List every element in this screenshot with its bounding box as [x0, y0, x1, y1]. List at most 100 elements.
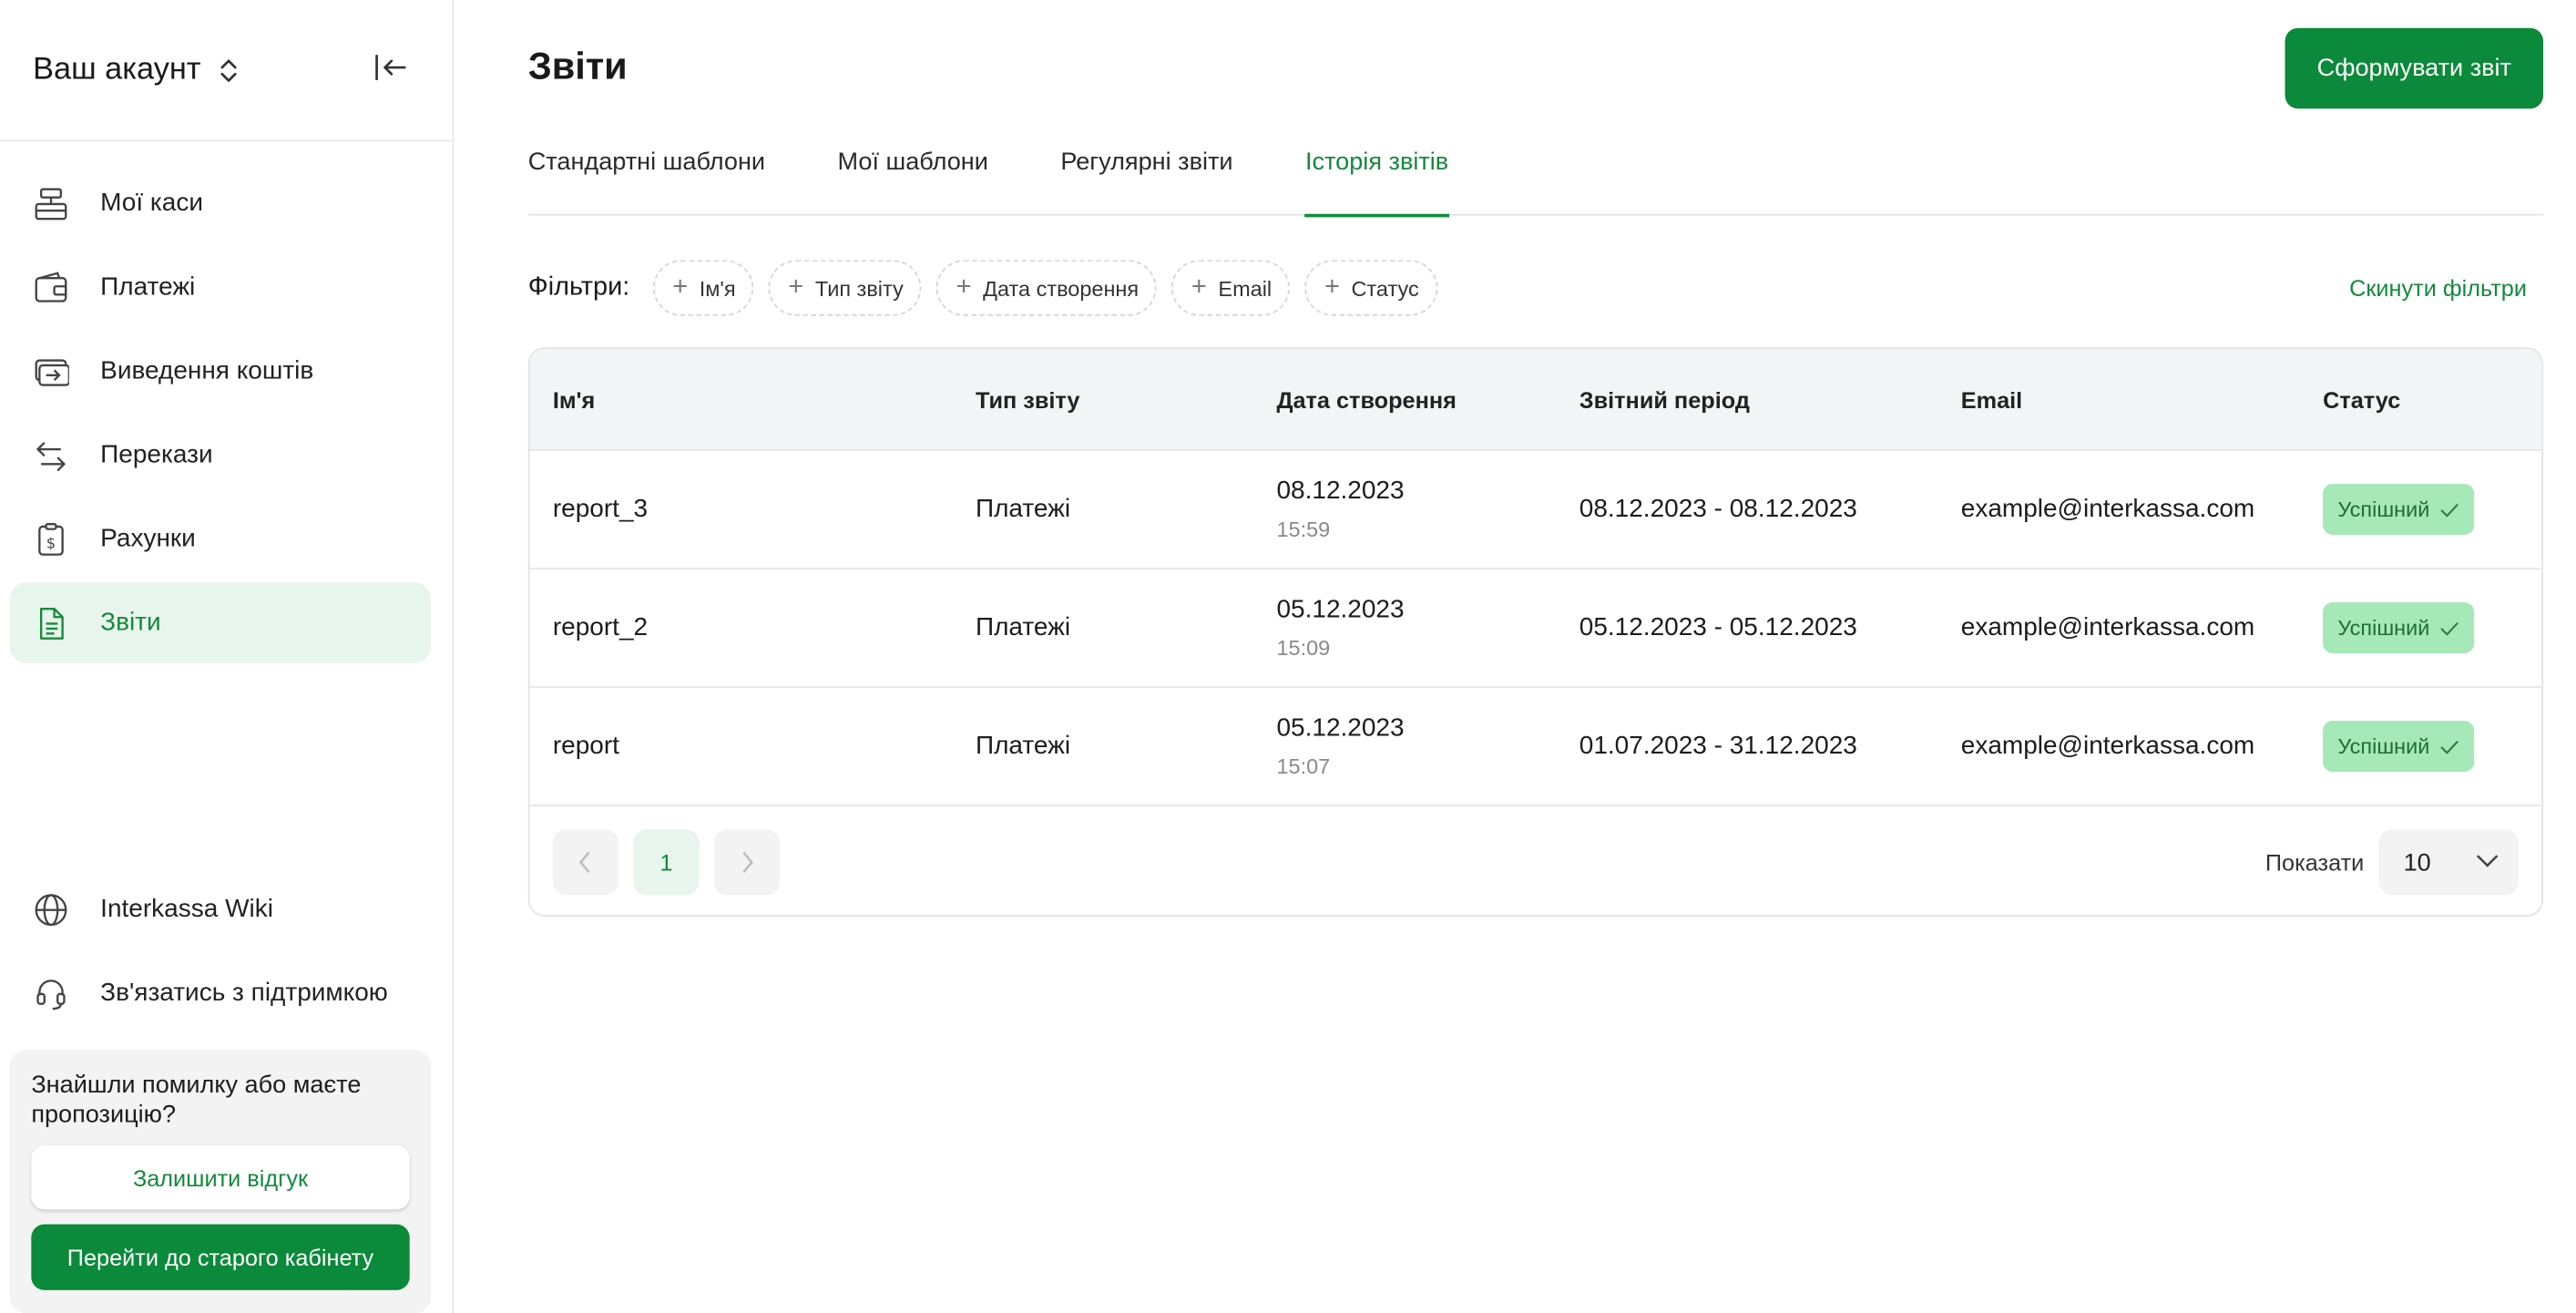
report-name: report [552, 731, 619, 760]
status-badge: Успішний [2323, 483, 2475, 535]
sidebar-item-label: Рахунки [100, 524, 196, 552]
sidebar: Ваш акаунт Мої каси Платежі Виведення ко… [0, 0, 455, 1313]
reports-table: Ім'я Тип звіту Дата створення Звітний пе… [527, 347, 2544, 917]
sidebar-nav: Мої каси Платежі Виведення коштів Перека… [9, 163, 432, 667]
plus-icon: + [788, 272, 804, 302]
invoice-icon: $ [38, 522, 64, 555]
feedback-card: Знайшли помилку або маєте пропозицію? За… [9, 1050, 432, 1313]
status-label: Успішний [2337, 733, 2430, 759]
sidebar-item-withdrawals[interactable]: Виведення коштів [10, 331, 431, 411]
created-time: 15:59 [1276, 517, 1331, 542]
create-report-button[interactable]: Сформувати звіт [2285, 27, 2544, 109]
sidebar-item-support[interactable]: Зв'язатись з підтримкою [10, 953, 431, 1033]
tab-regular-reports[interactable]: Регулярні звіти [1060, 138, 1232, 216]
tab-standard-templates[interactable]: Стандартні шаблони [528, 138, 765, 216]
filter-chip-label: Статус [1351, 275, 1419, 301]
filter-chip-label: Дата створення [983, 275, 1140, 301]
check-icon [2440, 739, 2458, 754]
page-size-label: Показати [2264, 848, 2365, 876]
column-header-period[interactable]: Звітний період [1579, 386, 1750, 413]
table-header: Ім'я Тип звіту Дата створення Звітний пе… [529, 348, 2542, 451]
tab-my-templates[interactable]: Мої шаблони [838, 138, 988, 216]
created-time: 15:09 [1276, 635, 1331, 661]
sidebar-bottom-nav: Interkassa Wiki Зв'язатись з підтримкою [10, 869, 431, 1037]
filters-label: Фільтри: [527, 272, 630, 302]
filter-chip-label: Тип звіту [814, 275, 904, 301]
sidebar-item-label: Мої каси [100, 188, 204, 217]
filter-chip-date[interactable]: + Дата створення [935, 260, 1157, 316]
table-row[interactable]: report_3 Платежі 08.12.2023 15:59 08.12.… [529, 451, 2542, 569]
filter-chip-status[interactable]: + Статус [1304, 260, 1437, 316]
filter-chip-email[interactable]: + Email [1171, 260, 1291, 316]
created-time: 15:07 [1276, 754, 1331, 779]
status-label: Успішний [2337, 615, 2430, 641]
status-badge: Успішний [2323, 601, 2475, 653]
page-title: Звіти [527, 44, 628, 87]
report-type: Платежі [975, 612, 1071, 641]
table-row[interactable]: report_2 Платежі 05.12.2023 15:09 05.12.… [529, 569, 2542, 688]
column-header-created[interactable]: Дата створення [1276, 386, 1456, 413]
created-date: 08.12.2023 [1276, 477, 1405, 506]
filter-chip-type[interactable]: + Тип звіту [768, 260, 922, 316]
sidebar-item-label: Interkassa Wiki [100, 894, 273, 923]
page-button-current[interactable]: 1 [633, 829, 700, 896]
sidebar-item-payments[interactable]: Платежі [10, 247, 431, 327]
column-header-name[interactable]: Ім'я [553, 386, 596, 413]
chevron-right-icon [742, 851, 753, 873]
sidebar-item-label: Перекази [100, 440, 213, 468]
chevron-up-down-icon [220, 58, 237, 81]
check-icon [2440, 621, 2458, 635]
chevron-left-icon [578, 851, 590, 873]
sidebar-item-label: Виведення коштів [100, 355, 314, 385]
sidebar-item-wiki[interactable]: Interkassa Wiki [10, 869, 431, 949]
prev-page-button[interactable] [552, 829, 619, 896]
filter-chip-name[interactable]: + Ім'я [652, 260, 754, 316]
chevron-down-icon [2476, 855, 2499, 867]
cash-register-icon [35, 187, 67, 220]
plus-icon: + [672, 272, 689, 302]
created-at: 08.12.2023 15:59 [1276, 477, 1404, 541]
created-date: 05.12.2023 [1276, 713, 1405, 743]
sidebar-item-reports[interactable]: Звіти [9, 582, 432, 663]
report-icon [39, 607, 64, 639]
feedback-text: Знайшли помилку або маєте пропозицію? [31, 1071, 362, 1129]
report-type: Платежі [975, 494, 1071, 523]
created-date: 05.12.2023 [1276, 595, 1405, 624]
sidebar-item-invoices[interactable]: $ Рахунки [10, 498, 431, 579]
filters-bar: Фільтри: + Ім'я + Тип звіту + Дата створенн… [528, 259, 2543, 318]
sidebar-item-label: Звіти [100, 608, 161, 637]
leave-feedback-button[interactable]: Залишити відгук [31, 1144, 410, 1210]
tabs: Стандартні шаблони Мої шаблони Регулярні… [527, 138, 2544, 218]
tab-report-history[interactable]: Історія звітів [1305, 138, 1449, 218]
wallet-icon [35, 271, 67, 302]
created-at: 05.12.2023 15:07 [1276, 714, 1404, 778]
reset-filters-link[interactable]: Скинути фільтри [2349, 275, 2527, 302]
page-size-select[interactable]: 10 [2378, 829, 2519, 896]
svg-text:$: $ [46, 533, 56, 550]
sidebar-item-cash-registers[interactable]: Мої каси [10, 163, 431, 243]
sidebar-item-transfers[interactable]: Перекази [10, 415, 431, 495]
old-cabinet-button[interactable]: Перейти до старого кабінету [31, 1224, 410, 1290]
report-email: example@interkassa.com [1960, 612, 2255, 641]
created-at: 05.12.2023 15:09 [1276, 596, 1404, 660]
report-period: 01.07.2023 - 31.12.2023 [1579, 731, 1857, 760]
check-icon [2440, 502, 2458, 517]
report-email: example@interkassa.com [1960, 494, 2255, 523]
column-header-type[interactable]: Тип звіту [976, 386, 1080, 413]
sidebar-item-label: Платежі [100, 272, 196, 301]
pagination: 1 [552, 829, 794, 896]
status-label: Успішний [2337, 497, 2430, 522]
report-period: 05.12.2023 - 05.12.2023 [1579, 612, 1857, 641]
column-header-email[interactable]: Email [1961, 386, 2022, 413]
collapse-sidebar-icon[interactable] [369, 49, 412, 86]
report-period: 08.12.2023 - 08.12.2023 [1579, 494, 1857, 523]
report-type: Платежі [975, 731, 1071, 760]
report-email: example@interkassa.com [1960, 731, 2255, 760]
account-title: Ваш акаунт [33, 51, 201, 87]
next-page-button[interactable] [713, 829, 781, 896]
report-name: report_2 [552, 612, 649, 641]
globe-icon [35, 893, 67, 926]
table-row[interactable]: report Платежі 05.12.2023 15:07 01.07.20… [529, 688, 2542, 806]
filter-chip-label: Email [1218, 275, 1273, 301]
column-header-status[interactable]: Статус [2323, 386, 2400, 413]
